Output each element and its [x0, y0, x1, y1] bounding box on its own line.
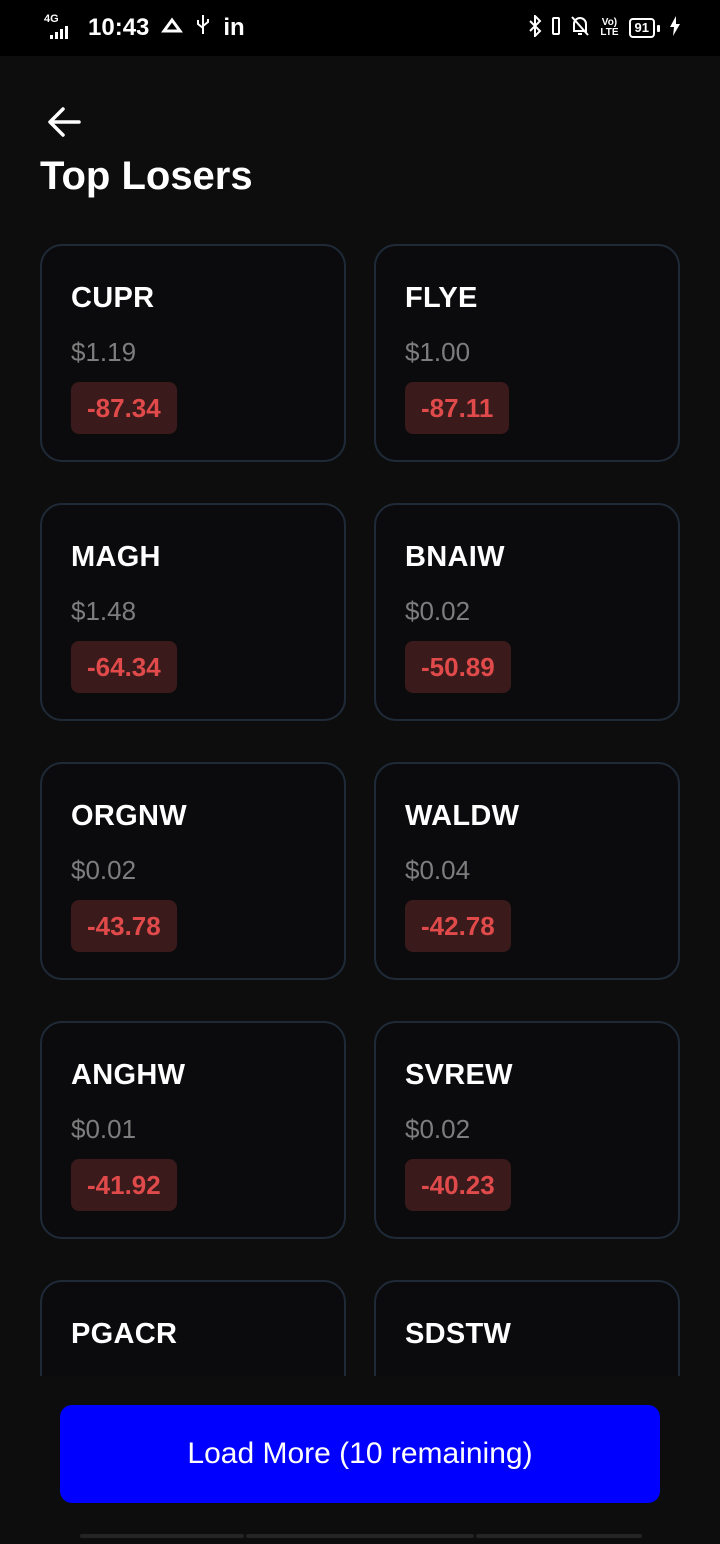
stock-card[interactable]: CUPR $1.19 -87.34	[40, 244, 346, 462]
stock-symbol: MAGH	[71, 541, 161, 573]
stock-price: $0.01	[71, 1114, 137, 1144]
stock-symbol: SDSTW	[405, 1318, 512, 1350]
bottom-divider	[476, 1534, 642, 1538]
stock-list-viewport[interactable]: CUPR $1.19 -87.34 FLYE $1.00 -87.11 MAGH…	[0, 244, 720, 1376]
stock-card[interactable]: SVREW $0.02 -40.23	[374, 1021, 680, 1239]
back-button[interactable]	[46, 104, 82, 140]
stock-price: $1.00	[405, 337, 471, 367]
clock: 10:43	[88, 14, 150, 41]
stock-change-badge: -43.78	[71, 900, 177, 952]
stock-symbol: BNAIW	[405, 541, 505, 573]
stock-card[interactable]: FLYE $1.00 -87.11	[374, 244, 680, 462]
stock-symbol: ORGNW	[71, 800, 187, 832]
page-title: Top Losers	[40, 154, 253, 198]
usb-icon	[195, 14, 211, 43]
stock-card[interactable]: PGACR	[40, 1280, 346, 1376]
stock-card[interactable]: WALDW $0.04 -42.78	[374, 762, 680, 980]
stock-card[interactable]: ANGHW $0.01 -41.92	[40, 1021, 346, 1239]
stock-symbol: PGACR	[71, 1318, 178, 1350]
linkedin-icon: in	[223, 14, 245, 41]
stock-change-badge: -41.92	[71, 1159, 177, 1211]
status-bar: 4G 10:43 in Vo) LTE 91	[0, 0, 720, 56]
signal-icon: 4G	[44, 13, 76, 41]
stock-price: $0.02	[405, 1114, 471, 1144]
stock-symbol: ANGHW	[71, 1059, 186, 1091]
bluetooth-icon	[528, 13, 542, 42]
stock-symbol: CUPR	[71, 282, 155, 314]
bottom-divider	[246, 1534, 474, 1538]
arrow-left-icon	[48, 107, 81, 137]
stock-symbol: FLYE	[405, 282, 478, 314]
charging-icon	[670, 15, 680, 41]
stock-price: $1.19	[71, 337, 137, 367]
stock-price: $0.02	[405, 596, 471, 626]
stock-change-badge: -87.34	[71, 382, 177, 434]
stock-card[interactable]: BNAIW $0.02 -50.89	[374, 503, 680, 721]
stock-card[interactable]: MAGH $1.48 -64.34	[40, 503, 346, 721]
stock-price: $1.48	[71, 596, 137, 626]
stock-price: $0.04	[405, 855, 471, 885]
load-more-button[interactable]: Load More (10 remaining)	[60, 1405, 660, 1503]
battery-level: 91	[628, 18, 655, 38]
stock-change-badge: -64.34	[71, 641, 177, 693]
stock-change-badge: -87.11	[405, 382, 510, 434]
stock-change-badge: -42.78	[405, 900, 511, 952]
network-type: 4G	[44, 13, 59, 25]
stock-symbol: WALDW	[405, 800, 520, 832]
battery-icon: 91	[628, 18, 660, 38]
stock-grid: CUPR $1.19 -87.34 FLYE $1.00 -87.11 MAGH…	[40, 244, 680, 1376]
volte-icon: Vo) LTE	[600, 17, 619, 38]
notifications-off-icon	[570, 15, 590, 42]
stock-change-badge: -50.89	[405, 641, 511, 693]
status-right: Vo) LTE 91	[528, 13, 680, 42]
stock-card[interactable]: ORGNW $0.02 -43.78	[40, 762, 346, 980]
vibrate-icon	[552, 16, 561, 40]
stock-symbol: SVREW	[405, 1059, 513, 1091]
stock-card[interactable]: SDSTW	[374, 1280, 680, 1376]
bottom-divider	[80, 1534, 244, 1538]
stock-change-badge: -40.23	[405, 1159, 511, 1211]
status-left: 4G 10:43 in	[44, 13, 245, 43]
cloud-app-icon	[161, 14, 184, 42]
stock-price: $0.02	[71, 855, 137, 885]
